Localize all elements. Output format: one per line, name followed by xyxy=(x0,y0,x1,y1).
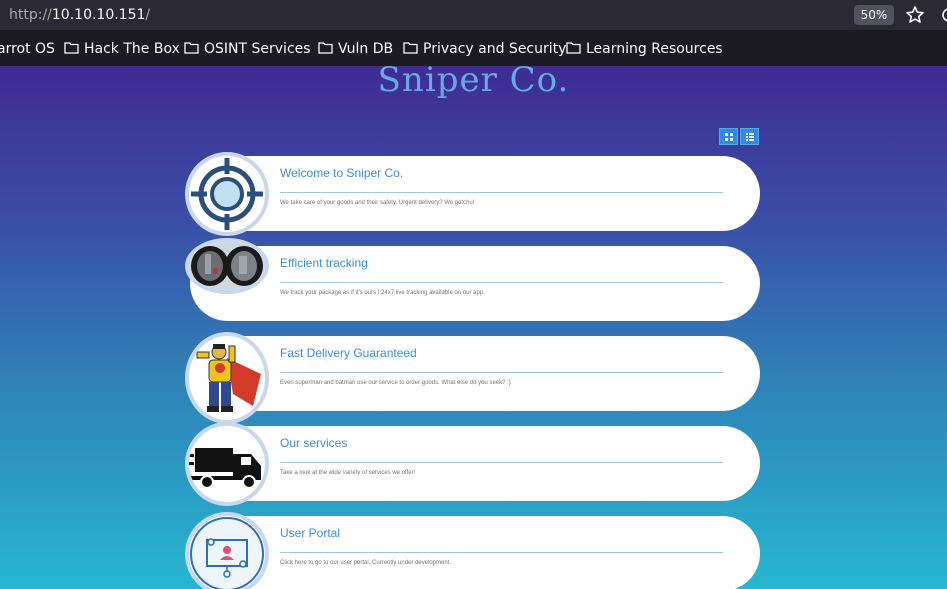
crosshair-icon xyxy=(185,152,269,236)
grid-icon xyxy=(725,133,733,141)
card-our-services[interactable]: Our services Take a look at the wide var… xyxy=(190,426,760,501)
bookmark-label: Hack The Box xyxy=(84,41,180,57)
card-text: Click here to go to our user portal. Cur… xyxy=(280,560,452,566)
folder-icon xyxy=(318,42,333,54)
card-title: Welcome to Sniper Co. xyxy=(280,166,404,180)
list-icon xyxy=(746,133,754,141)
folder-icon xyxy=(64,42,79,54)
card-text: We take care of your goods and their saf… xyxy=(280,200,475,206)
bookmark-star-icon[interactable] xyxy=(905,5,925,25)
folder-icon xyxy=(184,42,199,54)
card-fast-delivery[interactable]: Fast Delivery Guaranteed Even superman a… xyxy=(190,336,760,411)
card-divider xyxy=(280,282,723,283)
bookmark-hack-the-box[interactable]: Hack The Box xyxy=(64,39,180,59)
card-title: User Portal xyxy=(280,526,341,540)
url-protocol: http:// xyxy=(9,7,52,23)
card-welcome[interactable]: Welcome to Sniper Co. We take care of yo… xyxy=(190,156,760,231)
bookmark-label: Learning Resources xyxy=(586,41,723,57)
bookmark-learning-resources[interactable]: Learning Resources xyxy=(566,39,723,59)
binoculars-photo-icon xyxy=(185,238,269,294)
bookmark-vuln-db[interactable]: Vuln DB xyxy=(318,39,393,59)
card-title: Our services xyxy=(280,436,348,450)
grid-view-button[interactable] xyxy=(719,128,738,145)
zoom-indicator[interactable]: 50% xyxy=(854,5,894,25)
folder-icon xyxy=(403,42,418,54)
user-network-icon xyxy=(185,512,269,589)
page-content: Sniper Co. Welcome to Sniper Co. We take… xyxy=(0,66,947,589)
bookmark-label: Privacy and Security xyxy=(423,41,567,57)
bookmark-label: arrot OS xyxy=(0,41,55,57)
card-divider xyxy=(280,192,723,193)
card-user-portal[interactable]: User Portal Click here to go to our user… xyxy=(190,516,760,589)
bookmark-label: OSINT Services xyxy=(204,41,311,57)
bookmark-parrot-os[interactable]: arrot OS xyxy=(0,39,55,59)
card-text: We track your package as if it's ours ! … xyxy=(280,290,485,296)
url-host: 10.10.10.151 xyxy=(51,7,146,23)
bookmark-label: Vuln DB xyxy=(338,41,394,57)
card-text: Even superman and batman use our service… xyxy=(280,380,511,386)
card-title: Fast Delivery Guaranteed xyxy=(280,346,417,360)
superhero-icon xyxy=(185,332,269,424)
card-title: Efficient tracking xyxy=(280,256,368,270)
card-divider xyxy=(280,462,723,463)
url-field[interactable]: http://10.10.10.151/ xyxy=(9,6,150,24)
site-title: Sniper Co. xyxy=(377,66,570,100)
list-view-button[interactable] xyxy=(740,128,759,145)
bookmark-osint-services[interactable]: OSINT Services xyxy=(184,39,311,59)
card-divider xyxy=(280,372,723,373)
url-path: / xyxy=(145,7,151,23)
bookmarks-bar: arrot OS Hack The Box OSINT Services Vul… xyxy=(0,30,947,67)
extension-icon[interactable] xyxy=(940,6,947,24)
card-efficient-tracking[interactable]: Efficient tracking We track your package… xyxy=(190,246,760,321)
url-bar[interactable]: http://10.10.10.151/ 50% xyxy=(0,0,947,30)
bookmark-privacy-and-security[interactable]: Privacy and Security xyxy=(403,39,566,59)
delivery-truck-icon xyxy=(185,422,269,506)
card-divider xyxy=(280,552,723,553)
card-text: Take a look at the wide variety of servi… xyxy=(280,470,416,476)
folder-icon xyxy=(566,42,581,54)
